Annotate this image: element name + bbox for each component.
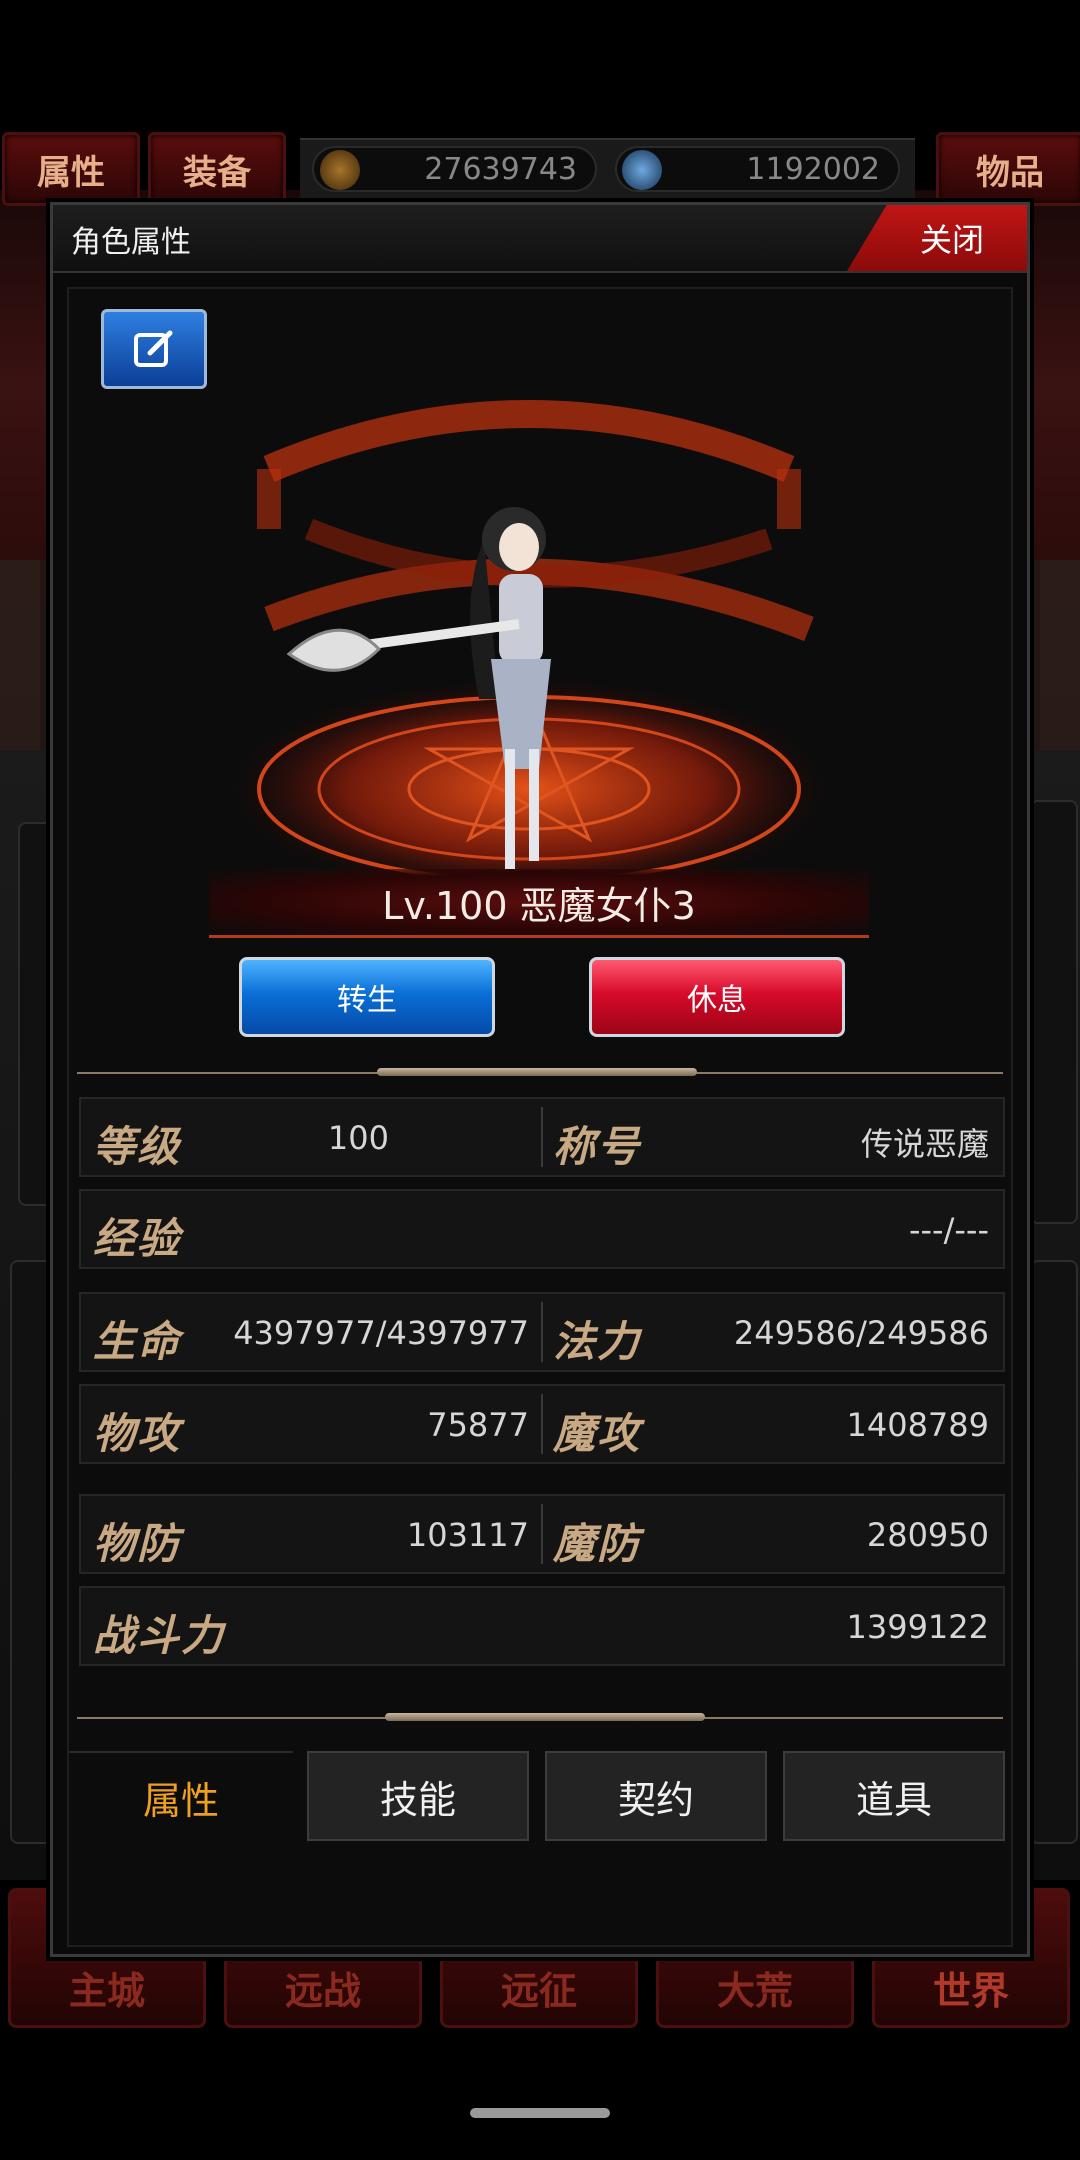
title-label: 称号	[553, 1122, 642, 1171]
stat-row-defense: 物防 103117 魔防 280950	[79, 1494, 1005, 1574]
dialog-content: Lv.100 恶魔女仆3 转生 休息 等级 100 称号 传说恶魔 经验 ---…	[67, 287, 1013, 1947]
character-attributes-dialog: 角色属性 关闭 Lv.100 恶魔女仆3 转生 休息 等级 100 称号 传说恶…	[50, 202, 1030, 1957]
physical-defense-value: 103117	[406, 1516, 529, 1554]
physical-defense-label: 物防	[93, 1519, 182, 1568]
tab-skills[interactable]: 技能	[307, 1751, 529, 1841]
physical-attack-label: 物攻	[93, 1409, 182, 1458]
edit-button[interactable]	[101, 309, 207, 389]
tab-items[interactable]: 道具	[783, 1751, 1005, 1841]
gem-icon	[622, 150, 662, 190]
dialog-title: 角色属性	[71, 225, 191, 260]
level-value: 100	[327, 1119, 389, 1157]
right-side-panel	[1030, 800, 1078, 1224]
currency-bar: 27639743 1192002	[300, 138, 915, 202]
top-items-button[interactable]: 物品	[936, 132, 1080, 206]
edit-icon	[134, 330, 173, 367]
mp-value: 249586/249586	[733, 1314, 989, 1352]
top-equipment-button[interactable]: 装备	[148, 132, 286, 206]
rebirth-button[interactable]: 转生	[239, 957, 495, 1037]
magic-attack-label: 魔攻	[553, 1409, 642, 1458]
right-list-panel	[1030, 1260, 1078, 1844]
top-attributes-button[interactable]: 属性	[2, 132, 140, 206]
divider-top	[77, 1068, 1003, 1076]
physical-attack-value: 75877	[427, 1406, 529, 1444]
exp-label: 经验	[93, 1214, 182, 1263]
stat-row-power: 战斗力 1399122	[79, 1586, 1005, 1666]
tab-contract[interactable]: 契约	[545, 1751, 767, 1841]
stat-row-attack: 物攻 75877 魔攻 1408789	[79, 1384, 1005, 1464]
rest-button[interactable]: 休息	[589, 957, 845, 1037]
magic-defense-label: 魔防	[553, 1519, 642, 1568]
stat-row-exp: 经验 ---/---	[79, 1189, 1005, 1269]
stat-row-hp-mp: 生命 4397977/4397977 法力 249586/249586	[79, 1292, 1005, 1372]
combat-power-value: 1399122	[846, 1608, 989, 1646]
magic-attack-value: 1408789	[846, 1406, 989, 1444]
exp-value: ---/---	[908, 1211, 989, 1249]
tab-attributes[interactable]: 属性	[69, 1751, 293, 1841]
magic-defense-value: 280950	[866, 1516, 989, 1554]
gold-coin-icon	[320, 150, 360, 190]
character-display	[229, 369, 849, 899]
character-name-banner: Lv.100 恶魔女仆3	[209, 869, 869, 938]
divider-bottom	[77, 1713, 1003, 1721]
close-button[interactable]: 关闭	[847, 205, 1027, 271]
hp-label: 生命	[93, 1317, 182, 1366]
mp-label: 法力	[553, 1317, 642, 1366]
dialog-header: 角色属性 关闭	[53, 205, 1027, 273]
hp-value: 4397977/4397977	[233, 1314, 529, 1352]
stat-row-level-title: 等级 100 称号 传说恶魔	[79, 1097, 1005, 1177]
title-value: 传说恶魔	[860, 1125, 989, 1163]
combat-power-label: 战斗力	[93, 1611, 226, 1660]
level-label: 等级	[93, 1122, 182, 1171]
home-indicator[interactable]	[470, 2108, 610, 2118]
